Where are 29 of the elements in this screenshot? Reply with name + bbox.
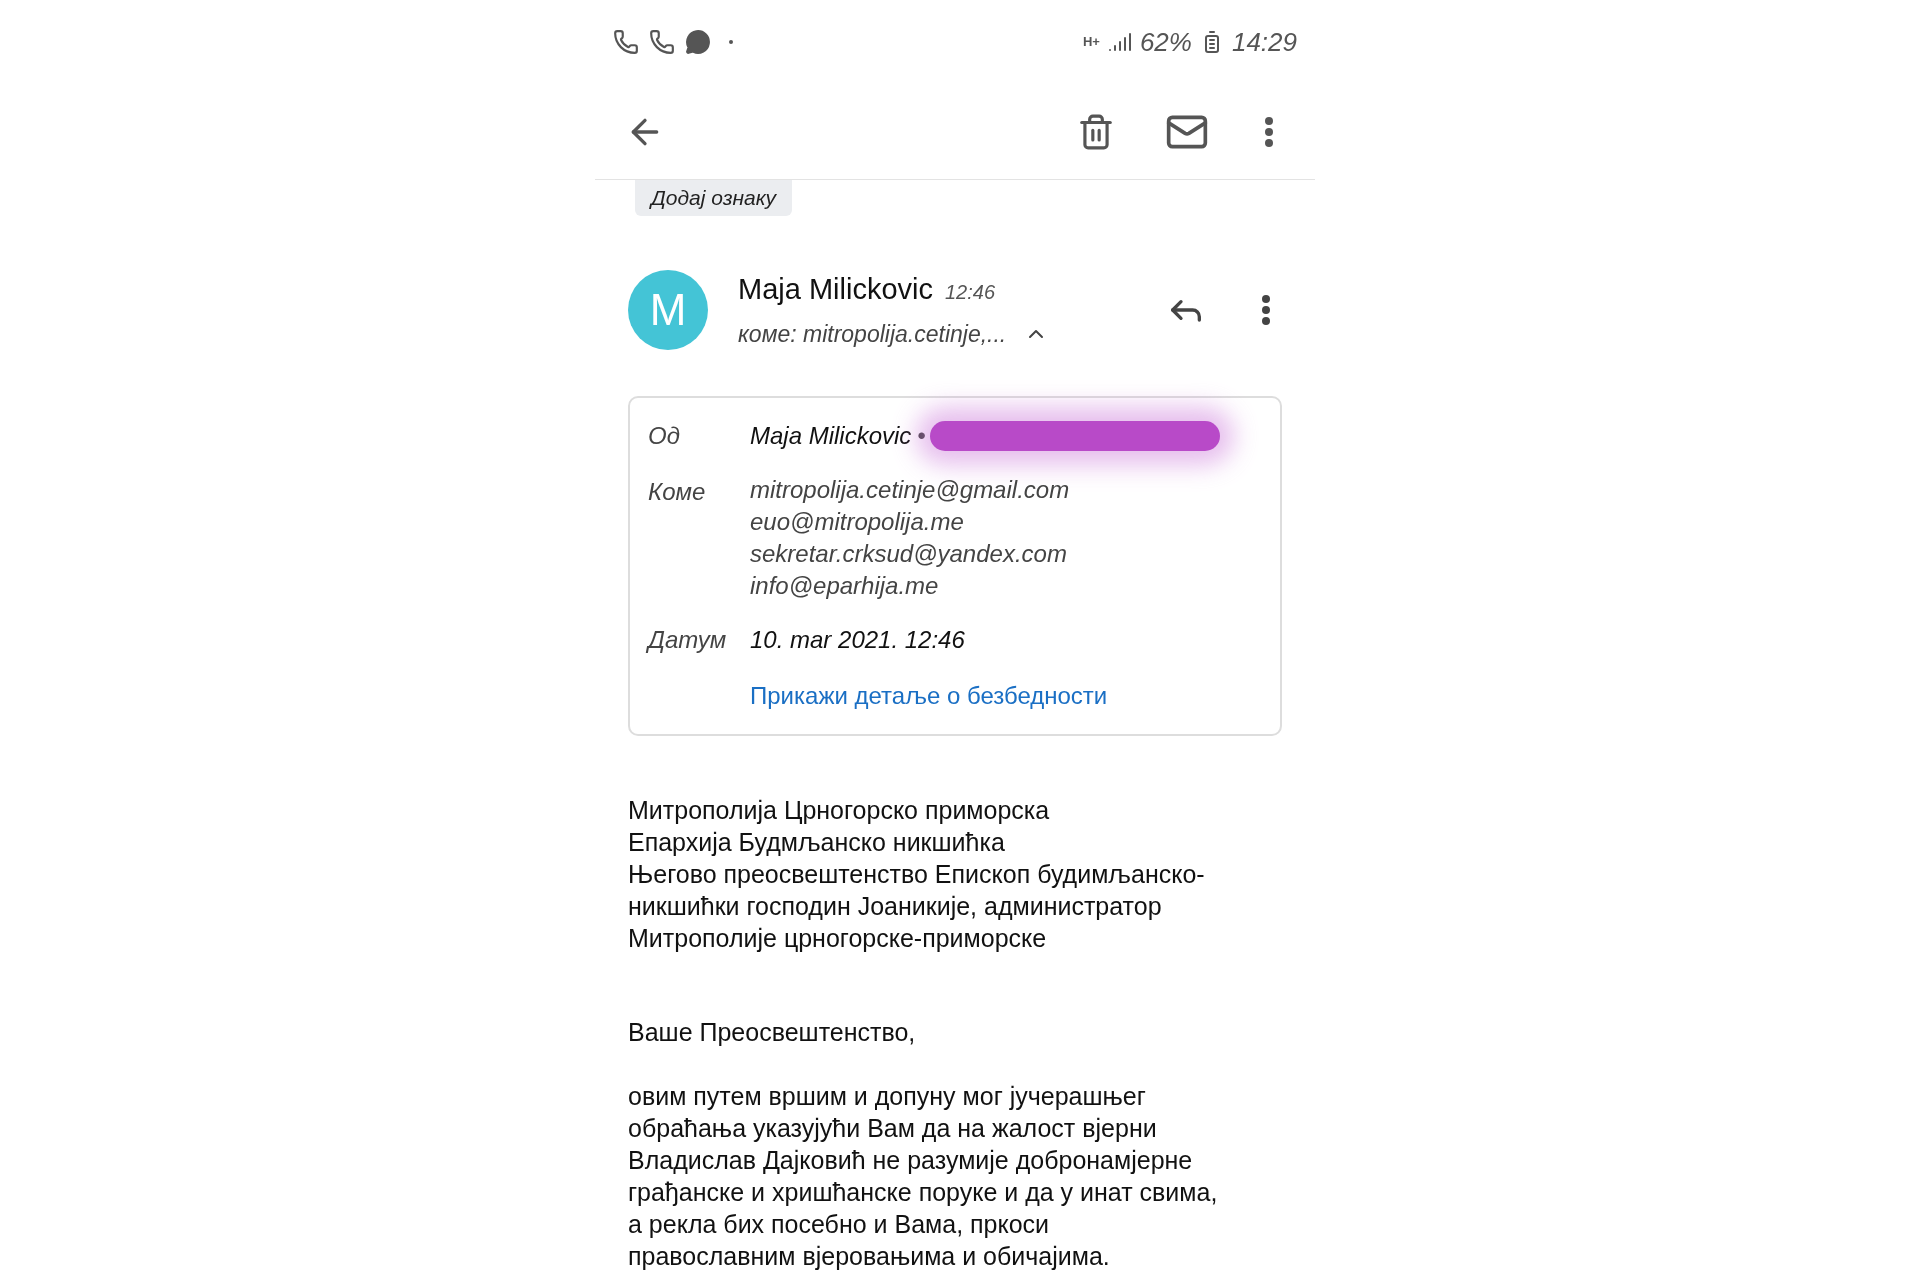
message-time: 12:46 bbox=[945, 279, 996, 305]
separator-dot: • bbox=[917, 420, 926, 451]
add-label-chip[interactable]: Додај ознаку bbox=[635, 180, 793, 216]
phone-chat-icon bbox=[649, 29, 675, 55]
message-paragraph: Ваше Преосвештенство, bbox=[628, 1016, 917, 1048]
phone-chat-icon bbox=[613, 29, 639, 55]
to-label: Коме bbox=[648, 476, 707, 507]
message-paragraph: овим путем вршим и допуну мог јучерашњег обраћања указујући Вам да на жалост вјерни Владислав Дајковић не разумије добронамјерне грађанске и хришћанске поруке и да у инат свима, а рекла бих посебно и Вама, пркоси православним вјеровањима и обичајима. bbox=[628, 1080, 1219, 1272]
chat-bubble-icon bbox=[685, 29, 711, 55]
network-type: H+ bbox=[1082, 33, 1100, 52]
from-name: Maja Milickovic bbox=[750, 420, 912, 451]
from-label: Од bbox=[648, 420, 681, 451]
more-icon bbox=[1265, 116, 1273, 147]
delete-button[interactable] bbox=[1077, 112, 1115, 151]
recipient-email: mitropolija.cetinje@gmail.com bbox=[750, 474, 1070, 505]
date-value: 10. mar 2021. 12:46 bbox=[750, 624, 965, 655]
message-paragraph: Митрополија Црногорско приморска Епархија Будмљанско никшићка Његово преосвештенство Епископ будимљанско- никшићки господин Јоаникије, администратор Митрополије црногорске-приморске bbox=[628, 794, 1206, 954]
security-details-link[interactable]: Прикажи детаље о безбедности bbox=[750, 677, 1108, 714]
recipient-email: info@eparhija.me bbox=[750, 570, 940, 601]
battery-percent: 62% bbox=[1139, 25, 1192, 59]
recipient-email: sekretar.crksud@yandex.com bbox=[750, 538, 1068, 569]
recipients-summary: коме: mitropolija.cetinje,... bbox=[738, 320, 1007, 349]
more-icon bbox=[1262, 294, 1270, 325]
date-label: Датум bbox=[648, 624, 728, 655]
recipient-email: euo@mitropolija.me bbox=[750, 506, 965, 537]
signal-icon bbox=[1107, 30, 1132, 54]
clock-time: 14:29 bbox=[1231, 25, 1297, 59]
avatar: M bbox=[628, 269, 708, 350]
sender-name: Maja Milickovic bbox=[738, 271, 933, 307]
